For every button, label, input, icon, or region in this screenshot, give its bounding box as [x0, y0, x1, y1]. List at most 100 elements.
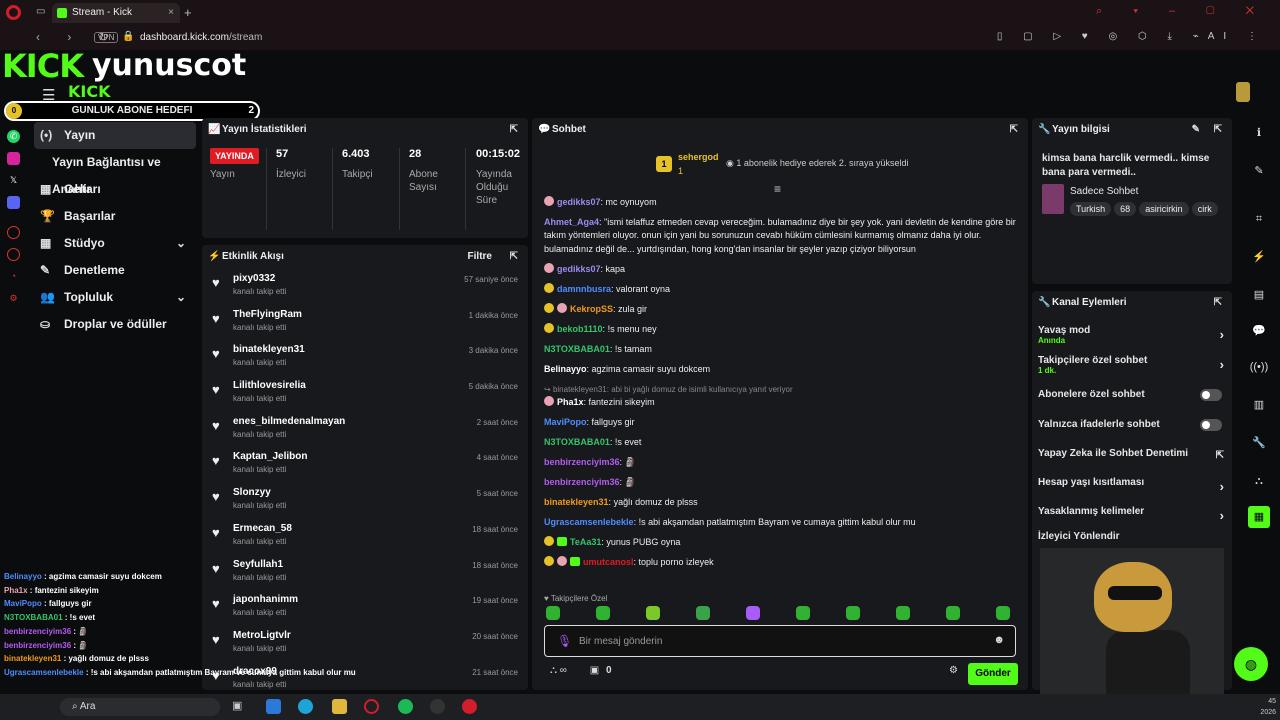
wrench-widget-icon[interactable]: 🔧: [1248, 432, 1270, 454]
chat-username[interactable]: benbirzenciyim36: [544, 477, 620, 487]
emote-icon[interactable]: [646, 606, 660, 620]
sidebar-item-droplar[interactable]: ⛀ Droplar ve ödüller: [34, 311, 196, 338]
chat-message[interactable]: benbirzenciyim36: 🗿: [544, 476, 1020, 489]
popout-icon[interactable]: ⇱: [1214, 118, 1222, 142]
chevron-right-icon[interactable]: ›: [1220, 327, 1224, 342]
edge-icon[interactable]: [298, 699, 313, 714]
task-view-icon[interactable]: ▣: [232, 699, 247, 714]
emote-icon[interactable]: [946, 606, 960, 620]
community-widget-icon[interactable]: ⛬: [1248, 470, 1270, 492]
chat-username[interactable]: umutcanosl: [583, 557, 634, 567]
chevron-right-icon[interactable]: ›: [1220, 357, 1224, 372]
opera-taskbar-icon[interactable]: [364, 699, 379, 714]
chat-message[interactable]: Ugrascamsenlebekle: !s abi akşamdan patl…: [544, 516, 1020, 529]
chat-widget-icon[interactable]: 💬: [1248, 320, 1270, 342]
chat-message[interactable]: Pha1x: fantezini sikeyim: [544, 396, 1020, 409]
popout-icon[interactable]: ⇱: [510, 118, 518, 142]
chat-username[interactable]: TeAa31: [570, 537, 601, 547]
support-chat-icon[interactable]: ◍: [1234, 647, 1268, 681]
activity-item[interactable]: ♥ TheFlyingRam kanalı takip etti 1 dakika ö…: [202, 305, 528, 341]
emote-icon[interactable]: [696, 606, 710, 620]
settings-icon[interactable]: ⚙: [7, 292, 20, 305]
channel-action-item[interactable]: İzleyici Yönlendir: [1038, 531, 1228, 542]
emote-icon[interactable]: [896, 606, 910, 620]
pinned-user[interactable]: sehergod: [678, 152, 719, 162]
chat-message[interactable]: damnnbusra: valorant oyna: [544, 282, 1020, 296]
kick-logo-small[interactable]: KICK: [68, 82, 111, 101]
chevron-right-icon[interactable]: ›: [1220, 508, 1224, 523]
chevron-down-icon[interactable]: ⌄: [176, 230, 186, 257]
chat-username[interactable]: gedikks07: [557, 264, 601, 274]
discord-icon[interactable]: [7, 196, 20, 209]
points-icon[interactable]: ⛬ ∞: [550, 665, 567, 676]
filter-button[interactable]: Filtre: [468, 245, 492, 269]
popout-icon[interactable]: ⇱: [510, 245, 518, 269]
external-link-icon[interactable]: ⇱: [1216, 450, 1224, 461]
activity-item[interactable]: ♥ Lilithlovesirelia kanalı takip etti 5 dak…: [202, 376, 528, 412]
chest-icon[interactable]: ▣: [590, 665, 599, 676]
emote-icon[interactable]: [596, 606, 610, 620]
vpn-badge[interactable]: VPN: [94, 32, 119, 43]
chat-message[interactable]: N3TOXBABA01: !s evet: [544, 436, 1020, 449]
chevron-down-icon[interactable]: ⌄: [176, 284, 186, 311]
chat-username[interactable]: Belinayyo: [544, 364, 587, 374]
toggle-switch[interactable]: [1200, 389, 1222, 401]
crop-icon[interactable]: ⌗: [1248, 208, 1270, 230]
chat-message[interactable]: N3TOXBABA01: !s tamam: [544, 343, 1020, 356]
chat-message[interactable]: gedikks07: kapa: [544, 262, 1020, 276]
chat-username[interactable]: N3TOXBABA01: [544, 437, 610, 447]
ai-button[interactable]: AI: [1208, 31, 1235, 42]
bolt-icon[interactable]: ⚡: [1248, 246, 1270, 268]
layout-icon[interactable]: ▥: [1248, 394, 1270, 416]
activity-item[interactable]: ♥ pixy0332 kanalı takip etti 57 saniye önce: [202, 269, 528, 305]
x-twitter-icon[interactable]: 𝕏: [7, 174, 20, 187]
channel-action-item[interactable]: Yavaş mod Anında ›: [1038, 325, 1228, 345]
channel-action-item[interactable]: Hesap yaşı kısıtlaması ›: [1038, 477, 1228, 494]
instagram-icon[interactable]: [7, 152, 20, 165]
chat-message[interactable]: MaviPopo: fallguys gir: [544, 416, 1020, 429]
category-name[interactable]: Sadece Sohbet: [1070, 186, 1138, 197]
emote-icon[interactable]: [846, 606, 860, 620]
sidebar-item-yayin[interactable]: (•) Yayın: [34, 122, 196, 149]
media-icon[interactable]: [462, 699, 477, 714]
channel-action-item[interactable]: Abonelere özel sohbet: [1038, 389, 1228, 401]
emote-icon[interactable]: [546, 606, 560, 620]
sidebar-item-denetleme[interactable]: ✎ Denetleme: [34, 257, 196, 284]
chat-message[interactable]: gedikks07: mc oynuyom: [544, 196, 1020, 209]
window-controls[interactable]: ⌕ ▾ – ▢ ✕: [1096, 5, 1268, 18]
chat-input[interactable]: 🎙 Bir mesaj gönderin ☻: [544, 625, 1016, 657]
chat-settings-icon[interactable]: ⚙: [949, 665, 958, 676]
chat-username[interactable]: damnnbusra: [557, 284, 611, 294]
broadcast-widget-icon[interactable]: ((•)): [1248, 356, 1270, 378]
pencil-icon[interactable]: ✎: [1248, 160, 1270, 182]
chat-message[interactable]: binatekleyen31: yağlı domuz de plsss: [544, 496, 1020, 509]
whatsapp-icon[interactable]: ✆: [7, 130, 20, 143]
tab-kick-dashboard[interactable]: Stream - Kick Dashboard×: [52, 3, 180, 38]
taskbar-search[interactable]: ⌕ Ara: [60, 698, 220, 716]
opera-menu-icon[interactable]: [6, 5, 21, 20]
activity-item[interactable]: ♥ Ermecan_58 kanalı takip etti 18 saat önce: [202, 519, 528, 555]
outlook-icon[interactable]: [266, 699, 281, 714]
chat-username[interactable]: KekropSS: [570, 304, 613, 314]
channel-action-item[interactable]: Yalnızca ifadelerle sohbet: [1038, 419, 1228, 431]
history-icon[interactable]: [7, 248, 20, 261]
chat-username[interactable]: binatekleyen31: [544, 497, 609, 507]
player-icon[interactable]: [7, 226, 20, 239]
kick-logo[interactable]: KICK: [2, 48, 84, 84]
tag[interactable]: cirk: [1191, 202, 1218, 216]
chat-username[interactable]: MaviPopo: [544, 417, 587, 427]
chevron-right-icon[interactable]: ›: [1220, 479, 1224, 494]
emote-icon[interactable]: [796, 606, 810, 620]
chat-username[interactable]: Pha1x: [557, 397, 584, 407]
chat-username[interactable]: Ugrascamsenlebekle: [544, 517, 634, 527]
pinboard-icon[interactable]: ◔: [7, 270, 20, 283]
channel-action-item[interactable]: Yasaklanmış kelimeler ›: [1038, 506, 1228, 523]
chat-username[interactable]: benbirzenciyim36: [544, 457, 620, 467]
chat-message[interactable]: umutcanosl: toplu porno izleyek: [544, 556, 1020, 569]
workspaces-icon[interactable]: ▭: [36, 6, 45, 17]
file-explorer-icon[interactable]: [332, 699, 347, 714]
clip-icon[interactable]: ▦: [1248, 506, 1270, 528]
chat-message[interactable]: Ahmet_Aga4: "ismi telaffuz etmeden cevap…: [544, 216, 1020, 256]
chat-message[interactable]: benbirzenciyim36: 🗿: [544, 456, 1020, 469]
sidebar-item-stream-key[interactable]: Yayın Bağlantısı ve Anahtarı: [34, 149, 196, 196]
